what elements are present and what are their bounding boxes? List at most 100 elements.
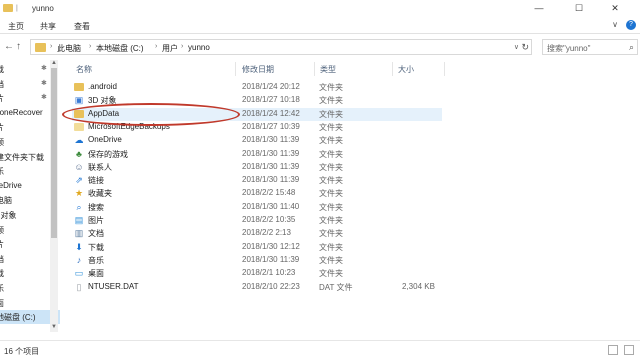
column-header-size[interactable]: 大小 (398, 64, 414, 75)
file-row[interactable]: ▥ 文档 2018/2/2 2:13 文件夹 (72, 227, 442, 240)
file-date: 2018/1/30 11:39 (242, 254, 300, 264)
file-name: OneDrive (88, 135, 122, 145)
scroll-up-icon[interactable]: ▲ (51, 60, 57, 66)
ribbon-tabs: 主页 共享 查看 ∨ ? (0, 18, 640, 34)
file-date: 2018/1/30 11:39 (242, 161, 300, 171)
column-divider[interactable] (444, 62, 445, 76)
column-divider[interactable] (392, 62, 393, 76)
file-row[interactable]: ▯ NTUSER.DAT 2018/2/10 22:23 DAT 文件 2,304 KB (72, 281, 442, 294)
file-date: 2018/1/30 11:39 (242, 148, 300, 158)
navigation-pane-scrollbar[interactable] (50, 60, 58, 332)
sidebar-item-label: 下载 (0, 64, 4, 75)
folder-icon (35, 43, 46, 52)
sidebar-item-label: 桌面 (0, 298, 4, 309)
file-row[interactable]: ★ 收藏夹 2018/2/2 15:48 文件夹 (72, 187, 442, 200)
3d-objects-icon: ▣ (74, 95, 84, 106)
file-row[interactable]: ▤ 图片 2018/2/2 10:35 文件夹 (72, 214, 442, 227)
file-row[interactable]: ⌕ 搜索 2018/1/30 11:40 文件夹 (72, 201, 442, 214)
breadcrumb-yunno[interactable]: yunno (188, 43, 210, 52)
breadcrumb-local-disk[interactable]: 本地磁盘 (C:) (96, 43, 144, 54)
file-name: 文档 (88, 229, 104, 239)
file-type: 文件夹 (319, 202, 343, 212)
column-header-type[interactable]: 类型 (320, 64, 336, 75)
minimize-button[interactable]: — (530, 2, 548, 15)
chevron-right-icon: › (89, 43, 92, 50)
search-input[interactable]: 搜索"yunno" ⌕ (542, 39, 638, 55)
file-name: 保存的游戏 (88, 149, 128, 159)
file-date: 2018/2/2 15:48 (242, 188, 296, 198)
pictures-icon: ▤ (74, 215, 84, 225)
tab-share[interactable]: 共享 (40, 21, 56, 32)
tab-view[interactable]: 查看 (74, 21, 90, 32)
file-type: 文件夹 (319, 162, 343, 172)
column-header-name[interactable]: 名称 (76, 64, 92, 75)
contacts-icon: ☺ (74, 161, 84, 172)
file-name: 图片 (88, 216, 104, 225)
back-button[interactable]: ← (4, 41, 14, 52)
file-row[interactable]: ♣ 保存的游戏 2018/1/30 11:39 文件夹 (72, 148, 442, 161)
sidebar-item-label: iPhoneRecover (0, 107, 43, 117)
column-divider[interactable] (235, 62, 236, 76)
file-row[interactable]: ☺ 联系人 2018/1/30 11:39 文件夹 (72, 161, 442, 174)
scroll-down-icon[interactable]: ▼ (51, 324, 57, 330)
file-name: 收藏夹 (88, 189, 112, 199)
file-name: 链接 (88, 176, 104, 186)
file-type: 文件夹 (319, 149, 343, 159)
column-header-date[interactable]: 修改日期 (242, 64, 274, 75)
details-view-button[interactable] (608, 345, 618, 355)
folder-pale-icon (74, 122, 84, 131)
tab-home[interactable]: 主页 (8, 21, 24, 32)
file-type: 文件夹 (319, 229, 343, 239)
file-date: 2018/1/24 20:12 (242, 82, 300, 91)
music-icon: ♪ (76, 254, 82, 265)
chevron-down-icon[interactable]: ∨ (514, 43, 519, 51)
file-type: 文件夹 (319, 269, 343, 279)
column-divider[interactable] (314, 62, 315, 76)
file-row[interactable]: ⇗ 链接 2018/1/30 11:39 文件夹 (72, 174, 442, 187)
up-button[interactable]: ↑ (16, 41, 21, 52)
address-bar[interactable]: › 此电脑 › 本地磁盘 (C:) › 用户 › yunno ∨ ↻ (30, 39, 532, 55)
file-row[interactable]: ☁ OneDrive 2018/1/30 11:39 文件夹 (72, 134, 442, 147)
file-date: 2018/2/2 2:13 (242, 228, 291, 238)
window-title: yunno (32, 4, 54, 13)
sidebar-item-label: 此电脑 (0, 196, 12, 206)
scrollbar-thumb[interactable] (51, 68, 57, 238)
file-date: 2018/1/27 10:18 (242, 95, 300, 105)
expand-ribbon-icon[interactable]: ∨ (612, 20, 618, 29)
file-date: 2018/1/30 11:39 (242, 135, 300, 145)
refresh-icon[interactable]: ↻ (521, 42, 529, 53)
file-type: 文件夹 (319, 122, 343, 132)
file-name: 联系人 (88, 162, 112, 172)
breadcrumb-users[interactable]: 用户 (162, 43, 178, 54)
file-type: 文件夹 (319, 83, 343, 92)
file-type: 文件夹 (319, 255, 343, 265)
file-row[interactable]: ♪ 音乐 2018/1/30 11:39 文件夹 (72, 254, 442, 267)
pin-icon: ✱ (41, 79, 47, 87)
help-icon[interactable]: ? (626, 20, 636, 30)
file-date: 2018/2/10 22:23 (242, 281, 300, 291)
file-type: 文件夹 (319, 189, 343, 199)
file-name: 搜索 (88, 202, 104, 212)
file-size: 2,304 KB (402, 281, 435, 291)
status-bar: 16 个项目 (0, 340, 640, 360)
sidebar-item-label: 文档 (0, 79, 4, 90)
sidebar-item-label: 下载 (0, 268, 4, 279)
sidebar-item-label: 音乐 (0, 166, 4, 177)
file-row[interactable]: ▭ 桌面 2018/2/1 10:23 文件夹 (72, 267, 442, 280)
file-row[interactable]: ⬇ 下载 2018/1/30 12:12 文件夹 (72, 241, 442, 254)
file-row[interactable]: .android 2018/1/24 20:12 文件夹 (72, 81, 442, 94)
close-button[interactable]: ✕ (606, 2, 624, 15)
maximize-button[interactable]: ☐ (570, 2, 588, 15)
file-date: 2018/1/24 12:42 (242, 108, 300, 118)
search-icon[interactable]: ⌕ (629, 42, 634, 53)
breadcrumb-this-pc[interactable]: 此电脑 (57, 43, 81, 54)
file-date: 2018/1/27 10:39 (242, 121, 300, 131)
large-icons-view-button[interactable] (624, 345, 634, 355)
sidebar-item-label: 图片 (0, 122, 4, 133)
file-name: 下载 (88, 242, 104, 252)
sidebar-item-label: 3D 对象 (0, 211, 17, 220)
pin-icon: ✱ (41, 94, 47, 102)
downloads-icon: ⬇ (75, 241, 83, 252)
annotation-circle (62, 103, 240, 126)
desktop-icon: ▭ (74, 268, 84, 279)
